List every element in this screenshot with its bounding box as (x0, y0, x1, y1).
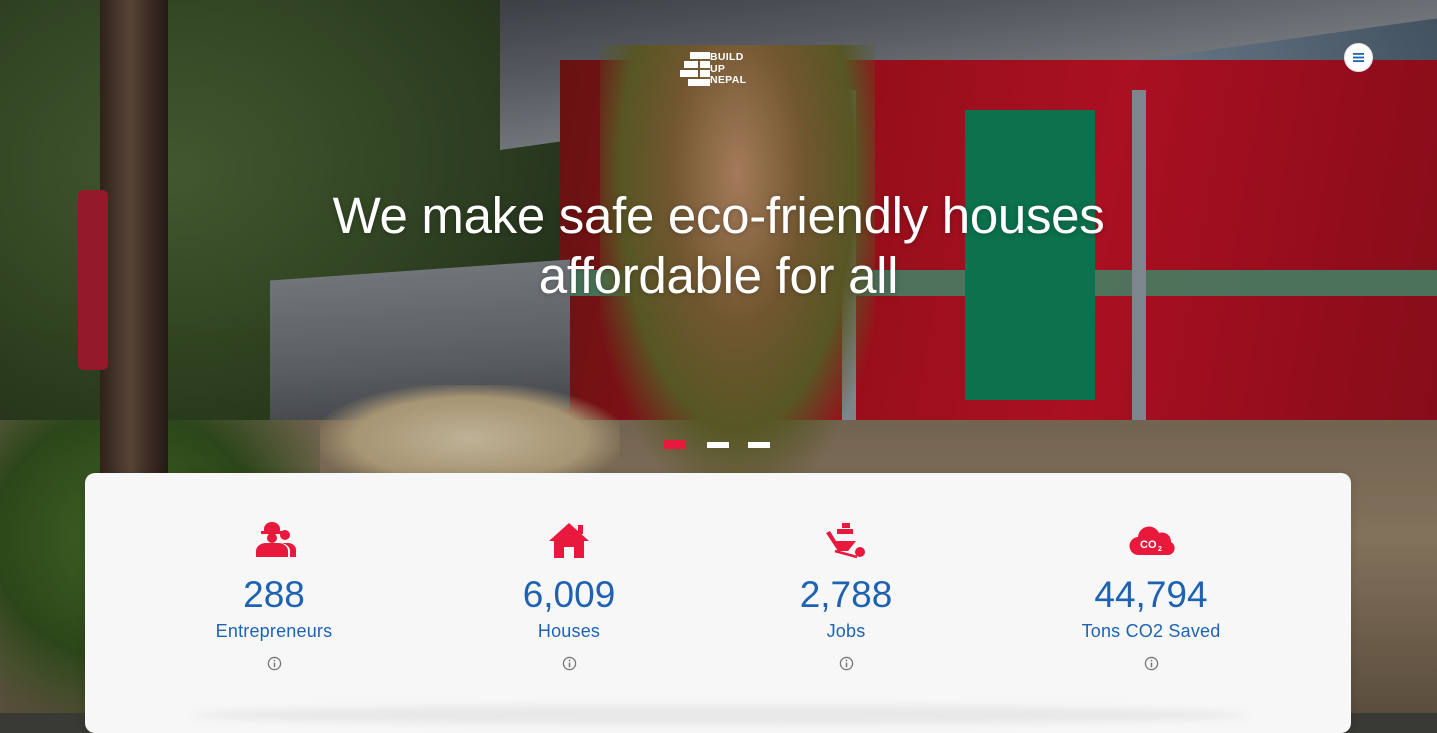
logo-line-3: NEPAL (710, 74, 747, 86)
info-icon[interactable] (839, 656, 854, 671)
info-icon[interactable] (267, 656, 282, 671)
co2-cloud-icon: CO 2 (1129, 526, 1175, 556)
stat-entrepreneurs: 288 Entrepreneurs (144, 521, 404, 671)
logo-line-1: BUILD (710, 51, 744, 63)
headline-line-1: We make safe eco-friendly houses (332, 187, 1105, 244)
workers-icon (256, 522, 296, 557)
stat-value: 2,788 (799, 574, 893, 615)
info-icon[interactable] (1144, 656, 1159, 671)
slide-indicator-1[interactable] (664, 440, 686, 449)
house-icon (549, 523, 589, 558)
svg-text:CO: CO (1140, 539, 1157, 551)
stat-label: Jobs (826, 621, 866, 641)
stat-label: Tons CO2 Saved (1081, 621, 1221, 641)
hero-headline: We make safe eco-friendly houses afforda… (250, 186, 1187, 306)
stat-label: Entrepreneurs (215, 621, 333, 641)
hamburger-menu-icon (1353, 53, 1364, 62)
impact-stats-card: 288 Entrepreneurs 6,009 Houses 2,788 Job… (85, 473, 1351, 733)
wheelbarrow-icon (826, 523, 865, 559)
stat-value: 6,009 (522, 574, 616, 615)
stat-houses: 6,009 Houses (439, 521, 699, 671)
stat-co2: CO 2 44,794 Tons CO2 Saved (1021, 521, 1281, 671)
stat-label: Houses (537, 621, 601, 641)
svg-text:2: 2 (1158, 546, 1162, 553)
logo-wordmark: BUILD UP NEPAL (710, 51, 747, 87)
build-up-nepal-logo[interactable]: BUILD UP NEPAL (680, 51, 756, 88)
slider-indicators (664, 440, 774, 452)
card-inner-shadow (190, 705, 1250, 725)
slide-indicator-3[interactable] (748, 442, 770, 448)
slide-indicator-2[interactable] (707, 442, 729, 448)
headline-line-2: affordable for all (538, 247, 899, 304)
info-icon[interactable] (562, 656, 577, 671)
stat-jobs: 2,788 Jobs (716, 521, 976, 671)
stat-value: 288 (243, 574, 305, 615)
stat-value: 44,794 (1094, 574, 1208, 615)
menu-button[interactable] (1344, 43, 1373, 72)
bricks-logo-icon (680, 52, 712, 88)
